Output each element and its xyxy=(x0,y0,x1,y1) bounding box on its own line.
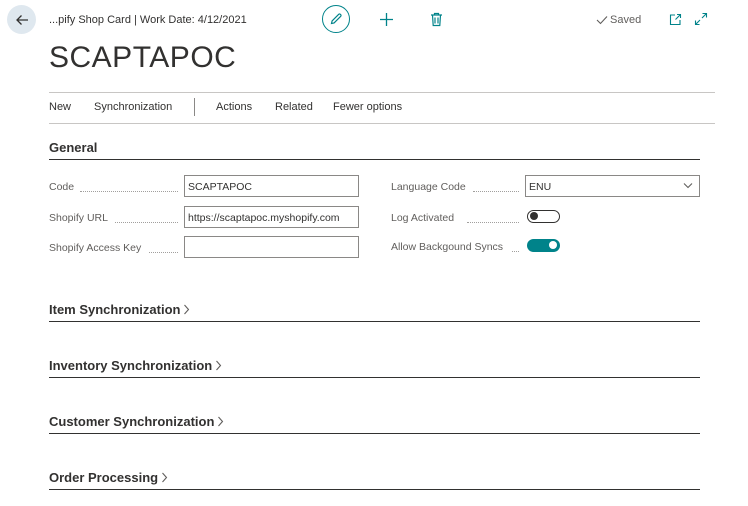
shopify-access-key-label: Shopify Access Key xyxy=(49,242,142,254)
chevron-right-icon xyxy=(217,416,224,427)
allow-background-syncs-toggle-knob xyxy=(549,241,557,249)
action-new[interactable]: New xyxy=(49,101,71,113)
plus-icon xyxy=(379,12,394,27)
action-bar-top-divider xyxy=(49,92,715,93)
item-synchronization-section-header[interactable]: Item Synchronization xyxy=(49,302,190,317)
inventory-synchronization-divider xyxy=(49,377,700,378)
edit-button[interactable] xyxy=(322,5,350,33)
code-leader-dots xyxy=(80,191,178,192)
arrow-left-icon xyxy=(14,12,30,28)
language-code-label: Language Code xyxy=(391,181,466,193)
chevron-right-icon xyxy=(215,360,222,371)
chevron-right-icon xyxy=(183,304,190,315)
action-synchronization[interactable]: Synchronization xyxy=(94,101,172,113)
log-activated-toggle[interactable] xyxy=(527,210,560,223)
item-synchronization-title: Item Synchronization xyxy=(49,302,181,317)
allow-background-syncs-label: Allow Backgound Syncs xyxy=(391,241,504,253)
allow-background-syncs-leader-dots xyxy=(512,251,519,252)
general-section-divider xyxy=(49,159,700,160)
item-synchronization-divider xyxy=(49,321,700,322)
pencil-icon xyxy=(329,12,343,26)
order-processing-divider xyxy=(49,489,700,490)
inventory-synchronization-title: Inventory Synchronization xyxy=(49,358,213,373)
trash-icon xyxy=(430,12,443,27)
shopify-url-field[interactable]: https://scaptapoc.myshopify.com xyxy=(184,206,359,228)
saved-label: Saved xyxy=(610,14,642,26)
delete-button[interactable] xyxy=(428,11,444,28)
general-section-title: General xyxy=(49,140,98,155)
breadcrumb: ...pify Shop Card | Work Date: 4/12/2021 xyxy=(49,14,247,26)
saved-status: Saved xyxy=(596,14,641,26)
expand-icon xyxy=(694,12,708,26)
log-activated-label: Log Activated xyxy=(391,212,455,224)
log-activated-toggle-knob xyxy=(530,212,538,220)
chevron-down-icon xyxy=(683,182,693,189)
language-code-leader-dots xyxy=(473,191,519,192)
general-section-header[interactable]: General xyxy=(49,140,97,155)
action-separator xyxy=(194,98,195,116)
open-in-new-window-icon xyxy=(669,13,682,26)
add-button[interactable] xyxy=(378,11,395,28)
expand-button[interactable] xyxy=(693,11,709,27)
log-activated-leader-dots xyxy=(467,222,519,223)
shopify-access-key-field[interactable] xyxy=(184,236,359,258)
customer-synchronization-section-header[interactable]: Customer Synchronization xyxy=(49,414,224,429)
chevron-right-icon xyxy=(161,472,168,483)
open-new-window-button[interactable] xyxy=(668,12,683,27)
order-processing-title: Order Processing xyxy=(49,470,159,485)
inventory-synchronization-section-header[interactable]: Inventory Synchronization xyxy=(49,358,222,373)
code-label: Code xyxy=(49,181,75,193)
shopify-url-label: Shopify URL xyxy=(49,212,108,224)
page-title: SCAPTAPOC xyxy=(49,41,237,74)
customer-synchronization-divider xyxy=(49,433,700,434)
code-field[interactable]: SCAPTAPOC xyxy=(184,175,359,197)
access-key-leader-dots xyxy=(149,252,178,253)
action-actions[interactable]: Actions xyxy=(216,101,252,113)
action-fewer-options[interactable]: Fewer options xyxy=(333,101,402,113)
checkmark-icon xyxy=(596,15,608,25)
language-code-value: ENU xyxy=(529,181,552,193)
shopify-url-leader-dots xyxy=(115,222,178,223)
back-button[interactable] xyxy=(7,5,36,34)
action-bar-bottom-divider xyxy=(49,123,715,124)
order-processing-section-header[interactable]: Order Processing xyxy=(49,470,168,485)
allow-background-syncs-toggle[interactable] xyxy=(527,239,560,252)
language-code-select[interactable]: ENU xyxy=(525,175,700,197)
customer-synchronization-title: Customer Synchronization xyxy=(49,414,215,429)
action-related[interactable]: Related xyxy=(275,101,313,113)
